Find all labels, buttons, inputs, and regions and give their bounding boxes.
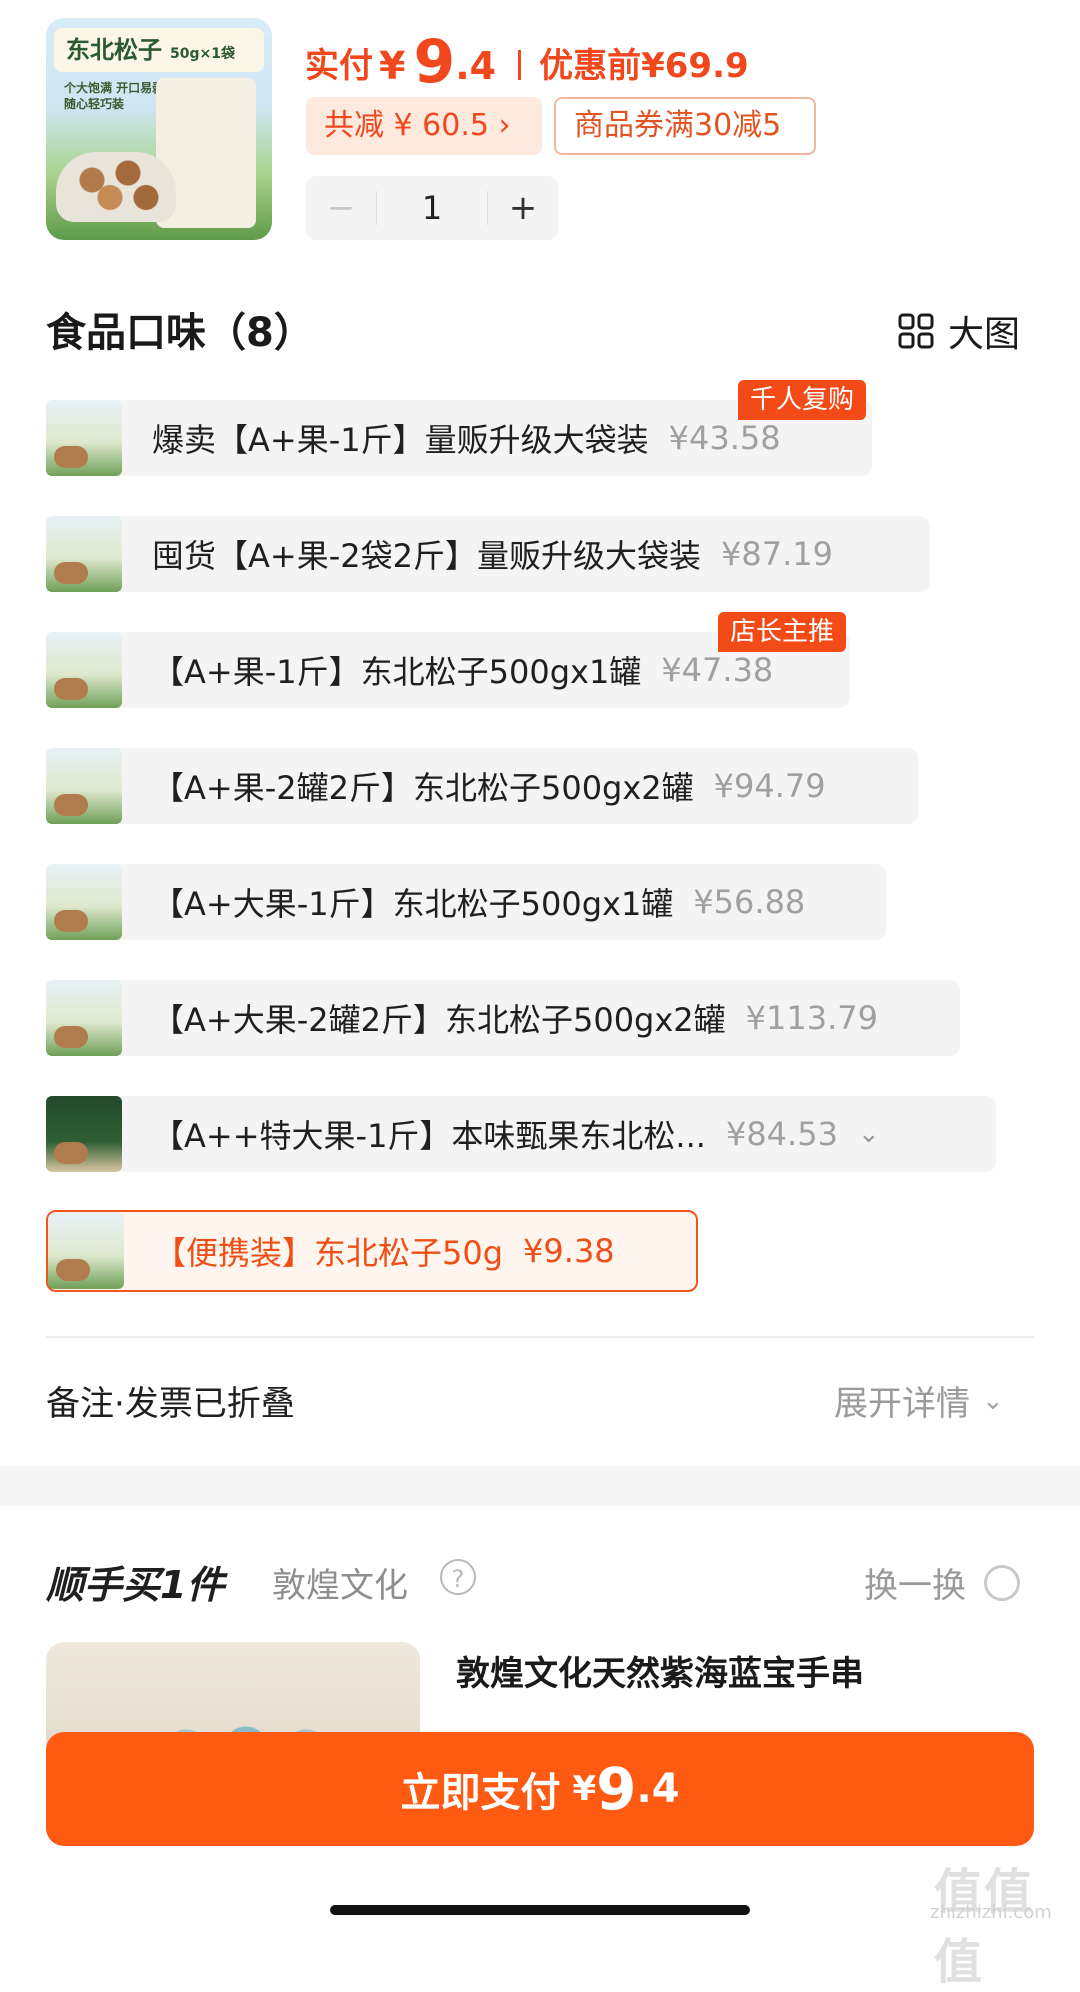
option-price: ¥47.38 [661, 651, 774, 689]
flavor-option-7-selected[interactable]: 【便携装】东北松子50g ¥9.38 [46, 1210, 698, 1292]
option-price: ¥43.58 [668, 419, 781, 457]
option-price: ¥9.38 [523, 1232, 615, 1270]
orig-label: 优惠前 [539, 46, 642, 86]
option-label: 【A+果-2罐2斤】东北松子500gx2罐 [152, 769, 694, 807]
pine-nuts-image [56, 152, 176, 222]
home-indicator[interactable] [330, 1905, 750, 1915]
badge-recommended: 店长主推 [718, 612, 847, 652]
paid-price-int: 9 [413, 27, 456, 97]
watermark-url: zhizhizhi.com [930, 1902, 1052, 1923]
section-divider [46, 1336, 1034, 1338]
option-thumbnail [46, 748, 122, 824]
option-price: ¥113.79 [745, 999, 878, 1037]
expand-details-label: 展开详情 [834, 1384, 970, 1424]
decrease-button[interactable]: − [306, 188, 376, 228]
grid-icon [898, 313, 934, 349]
big-view-toggle[interactable]: 大图 [898, 305, 1020, 357]
refresh-button[interactable]: 换一换 [864, 1558, 1020, 1607]
flavor-option-1[interactable]: 囤货【A+果-2袋2斤】量贩升级大袋装 ¥87.19 [46, 516, 930, 592]
recommended-product-title[interactable]: 敦煌文化天然紫海蓝宝手串 [456, 1646, 864, 1695]
increase-button[interactable]: + [488, 188, 558, 228]
option-label: 【A+果-1斤】东北松子500gx1罐 [152, 653, 642, 691]
paid-currency: ¥ [379, 44, 406, 88]
option-thumbnail [46, 980, 122, 1056]
coupon-chip[interactable]: 商品券满30减5 [554, 97, 816, 155]
price-divider [518, 50, 522, 80]
flavor-option-6[interactable]: 【A++特大果-1斤】本味甄果东北松... ¥84.53 ⌄ [46, 1096, 996, 1172]
pay-price-int: 9 [596, 1755, 637, 1823]
option-thumbnail [46, 400, 122, 476]
option-price: ¥94.79 [713, 767, 826, 805]
option-label: 爆卖【A+果-1斤】量贩升级大袋装 [152, 421, 649, 459]
option-thumbnail [48, 1213, 124, 1289]
pay-now-button[interactable]: 立即支付 ¥ 9 .4 [46, 1732, 1034, 1846]
refresh-icon [984, 1564, 1020, 1601]
badge-repurchase: 千人复购 [738, 380, 867, 420]
price-summary: 实付 ¥ 9 .4 优惠前 ¥69.9 [305, 27, 749, 97]
option-label: 【A+大果-1斤】东北松子500gx1罐 [152, 885, 674, 923]
option-price: ¥56.88 [693, 883, 806, 921]
flavor-option-4[interactable]: 【A+大果-1斤】东北松子500gx1罐 ¥56.88 [46, 864, 886, 940]
option-price: ¥84.53 [725, 1115, 838, 1153]
option-thumbnail [46, 516, 122, 592]
pay-price-dec: .4 [636, 1766, 680, 1812]
section-gap [0, 1466, 1080, 1506]
quantity-value[interactable]: 1 [377, 189, 487, 227]
pay-label: 立即支付 [400, 1770, 561, 1816]
option-thumbnail [46, 864, 122, 940]
remark-invoice-label[interactable]: 备注·发票已折叠 [46, 1376, 295, 1425]
thumbnail-title: 东北松子 50g×1袋 [54, 28, 264, 72]
option-thumbnail [46, 632, 122, 708]
help-icon[interactable]: ? [440, 1559, 476, 1595]
product-thumbnail[interactable]: 东北松子 50g×1袋 个大饱满 开口易剥 随心轻巧装 [46, 18, 272, 240]
total-discount-chip[interactable]: 共减 ¥ 60.5 › [306, 97, 542, 155]
thumbnail-subtitle: 个大饱满 开口易剥 随心轻巧装 [64, 81, 165, 111]
paid-label: 实付 [305, 46, 373, 86]
chevron-down-icon[interactable]: ⌄ [858, 1119, 880, 1149]
option-thumbnail [46, 1096, 122, 1172]
addon-title: 顺手买1件 [46, 1563, 225, 1607]
option-label: 【A+大果-2罐2斤】东北松子500gx2罐 [152, 1001, 726, 1039]
expand-details-button[interactable]: 展开详情 ⌄ [834, 1376, 1004, 1425]
flavor-option-5[interactable]: 【A+大果-2罐2斤】东北松子500gx2罐 ¥113.79 [46, 980, 960, 1056]
option-price: ¥87.19 [720, 535, 833, 573]
orig-price: ¥69.9 [641, 46, 749, 86]
big-view-label: 大图 [948, 314, 1021, 355]
refresh-label: 换一换 [864, 1566, 966, 1606]
addon-shop-name[interactable]: 敦煌文化 [272, 1558, 408, 1607]
paid-price-dec: .4 [455, 44, 497, 88]
chevron-down-icon: ⌄ [982, 1385, 1004, 1416]
flavor-option-3[interactable]: 【A+果-2罐2斤】东北松子500gx2罐 ¥94.79 [46, 748, 918, 824]
flavor-section-title: 食品口味（8） [46, 310, 314, 356]
option-label: 囤货【A+果-2袋2斤】量贩升级大袋装 [152, 537, 701, 575]
option-label: 【A++特大果-1斤】本味甄果东北松... [152, 1117, 706, 1155]
pay-currency: ¥ [572, 1769, 597, 1809]
quantity-stepper: − 1 + [306, 176, 558, 240]
option-label: 【便携装】东北松子50g [154, 1234, 504, 1272]
